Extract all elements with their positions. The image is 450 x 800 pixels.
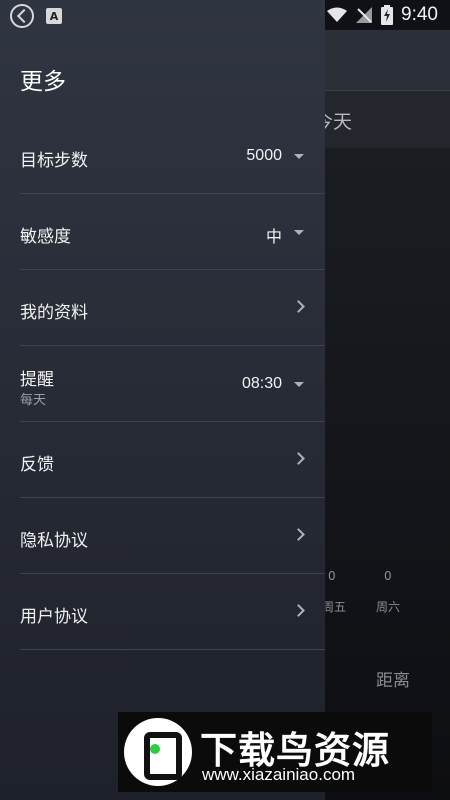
dropdown-arrow-icon xyxy=(294,382,304,387)
status-time: 9:40 xyxy=(401,4,438,25)
menu-item-target-steps[interactable]: 目标步数 5000 xyxy=(20,118,325,194)
menu-item-label: 隐私协议 xyxy=(20,531,88,551)
watermark-url: www.xiazainiao.com xyxy=(202,765,356,784)
chevron-right-icon xyxy=(292,528,305,541)
dropdown-arrow-icon xyxy=(294,230,304,235)
menu-item-reminder[interactable]: 提醒 每天 08:30 xyxy=(20,346,325,422)
menu-item-feedback[interactable]: 反馈 xyxy=(20,422,325,498)
app-notification-icon: A xyxy=(46,8,62,24)
menu-item-my-profile[interactable]: 我的资料 xyxy=(20,270,325,346)
chart-day-label: 周五 xyxy=(322,600,347,614)
no-signal-icon xyxy=(355,6,373,24)
battery-charging-icon xyxy=(381,5,394,25)
menu-item-label: 用户协议 xyxy=(20,607,88,627)
menu-item-sublabel: 每天 xyxy=(20,393,47,408)
menu-item-label: 反馈 xyxy=(20,455,54,475)
chevron-right-icon xyxy=(292,452,305,465)
wifi-icon xyxy=(327,7,348,23)
menu-item-privacy-policy[interactable]: 隐私协议 xyxy=(20,498,325,574)
chevron-right-icon xyxy=(292,604,305,617)
menu-item-value: 08:30 xyxy=(241,375,282,392)
chart-value: 0 xyxy=(384,569,392,583)
menu-item-label: 目标步数 xyxy=(20,151,88,171)
watermark: 下载鸟资源 www.xiazainiao.com xyxy=(118,712,432,792)
status-bar: A 9:40 xyxy=(0,0,450,30)
back-circle-icon xyxy=(10,4,34,28)
watermark-logo-icon xyxy=(124,718,192,786)
menu-item-value: 中 xyxy=(265,227,282,246)
distance-label[interactable]: 距离 xyxy=(376,666,410,691)
menu-item-label: 提醒 xyxy=(20,370,54,390)
drawer-menu: 目标步数 5000 敏感度 中 我的资料 提醒 每天 08:30 反馈 隐私协议 xyxy=(0,118,325,650)
menu-item-user-agreement[interactable]: 用户协议 xyxy=(20,574,325,650)
menu-item-sensitivity[interactable]: 敏感度 中 xyxy=(20,194,325,270)
menu-item-label: 我的资料 xyxy=(20,303,88,323)
navigation-drawer: 更多 目标步数 5000 敏感度 中 我的资料 提醒 每天 08:30 反馈 隐… xyxy=(0,0,325,800)
menu-item-label: 敏感度 xyxy=(20,227,71,247)
drawer-title: 更多 xyxy=(20,69,66,95)
chart-value: 0 xyxy=(328,569,336,583)
dropdown-arrow-icon xyxy=(294,154,304,159)
menu-item-value: 5000 xyxy=(246,147,282,164)
chart-day-label: 周六 xyxy=(376,600,401,614)
chevron-right-icon xyxy=(292,300,305,313)
